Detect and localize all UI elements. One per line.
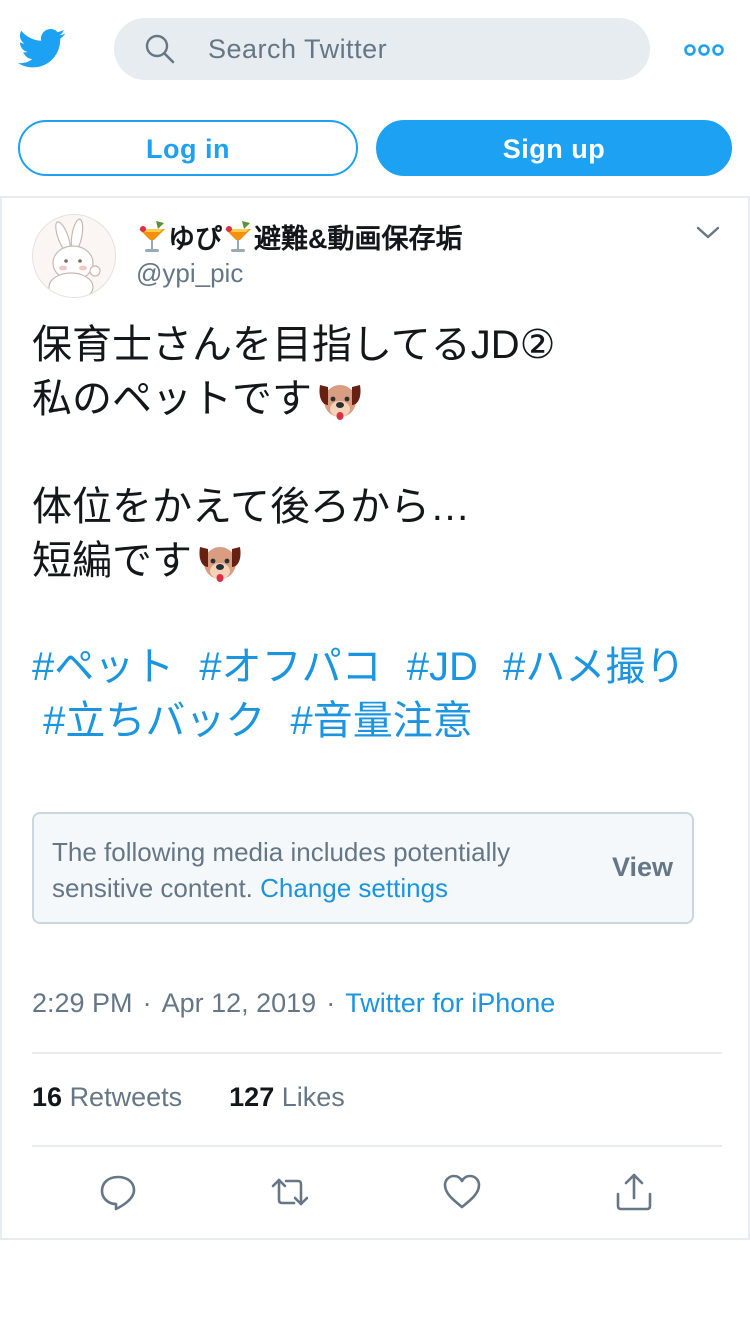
tweet-text-line: 短編です [32, 539, 192, 583]
twitter-bird-icon[interactable] [18, 28, 66, 70]
tweet-time: 2:29 PM [32, 988, 133, 1018]
tropical-drink-emoji-icon [139, 221, 165, 252]
tweet-text-line: 体位をかえて後ろから… [32, 485, 470, 529]
user-handle[interactable]: @ypi_pic [136, 258, 243, 289]
dog-face-emoji-icon [199, 547, 241, 582]
likes-label[interactable]: Likes [282, 1082, 345, 1112]
login-button[interactable]: Log in [18, 120, 358, 176]
top-bar: Search Twitter [0, 0, 750, 100]
retweets-label[interactable]: Retweets [70, 1082, 183, 1112]
change-settings-link[interactable]: Change settings [260, 873, 448, 903]
sensitive-media-notice: The following media includes potentially… [32, 812, 694, 924]
search-icon [145, 34, 175, 64]
hashtag-link[interactable]: #JD [407, 645, 478, 689]
tweet-stats: 16 Retweets 127 Likes [32, 1082, 345, 1113]
divider [32, 1145, 722, 1147]
search-bar[interactable]: Search Twitter [114, 18, 650, 80]
tweet-text-line: 保育士さんを目指してるJD② [32, 323, 556, 367]
likes-count[interactable]: 127 [229, 1082, 274, 1112]
hashtag-link[interactable]: #立ちバック [43, 699, 265, 743]
dog-face-emoji-icon [319, 385, 361, 420]
view-button[interactable]: View [612, 852, 673, 883]
hashtag-line: #立ちバック #音量注意 [32, 694, 722, 748]
hashtags: #ペット #オフパコ #JD #ハメ撮り #立ちバック #音量注意 [32, 640, 722, 748]
hashtag-link[interactable]: #音量注意 [291, 699, 473, 743]
divider [32, 1052, 722, 1054]
reply-icon[interactable] [98, 1172, 138, 1212]
hashtag-link[interactable]: #ハメ撮り [503, 645, 685, 689]
more-dots-icon[interactable] [684, 40, 724, 60]
share-icon[interactable] [614, 1172, 654, 1212]
retweets-count[interactable]: 16 [32, 1082, 62, 1112]
tweet-text-line: 私のペットです [32, 377, 312, 421]
signup-button[interactable]: Sign up [376, 120, 732, 176]
chevron-down-icon[interactable] [694, 220, 722, 244]
retweet-icon[interactable] [270, 1172, 310, 1212]
display-name-main: ゆぴ [168, 223, 222, 254]
display-name-suffix: 避難&動画保存垢 [254, 223, 463, 254]
tweet-text: 保育士さんを目指してるJD② 私のペットです 体位をかえて後ろから… 短編です [32, 318, 722, 588]
sensitive-message: The following media includes potentially… [52, 834, 582, 906]
hashtag-line: #ペット #オフパコ #JD #ハメ撮り [32, 640, 722, 694]
display-name[interactable]: ゆぴ 避難&動画保存垢 [136, 216, 463, 256]
meta-separator: · [326, 988, 336, 1018]
hashtag-link[interactable]: #ペット [32, 645, 174, 689]
hashtag-link[interactable]: #オフパコ [199, 645, 381, 689]
search-placeholder: Search Twitter [208, 34, 388, 64]
avatar[interactable] [32, 214, 116, 298]
rabbit-avatar-image [48, 218, 101, 297]
tweet-text-line-with-emoji: 私のペットです [32, 372, 722, 426]
tropical-drink-emoji-icon [225, 221, 251, 252]
tweet-text-line-with-emoji: 短編です [32, 534, 722, 588]
auth-row: Log in Sign up [0, 100, 750, 198]
tweet-source-link[interactable]: Twitter for iPhone [345, 988, 555, 1018]
meta-separator: · [142, 988, 152, 1018]
tweet-date: Apr 12, 2019 [161, 988, 317, 1018]
tweet-meta: 2:29 PM · Apr 12, 2019 · Twitter for iPhone [32, 988, 555, 1019]
tweet-card: ゆぴ 避難&動画保存垢 @ypi_pic 保育士さんを目指してるJD② 私のペッ… [0, 198, 750, 1240]
like-heart-icon[interactable] [442, 1172, 482, 1212]
